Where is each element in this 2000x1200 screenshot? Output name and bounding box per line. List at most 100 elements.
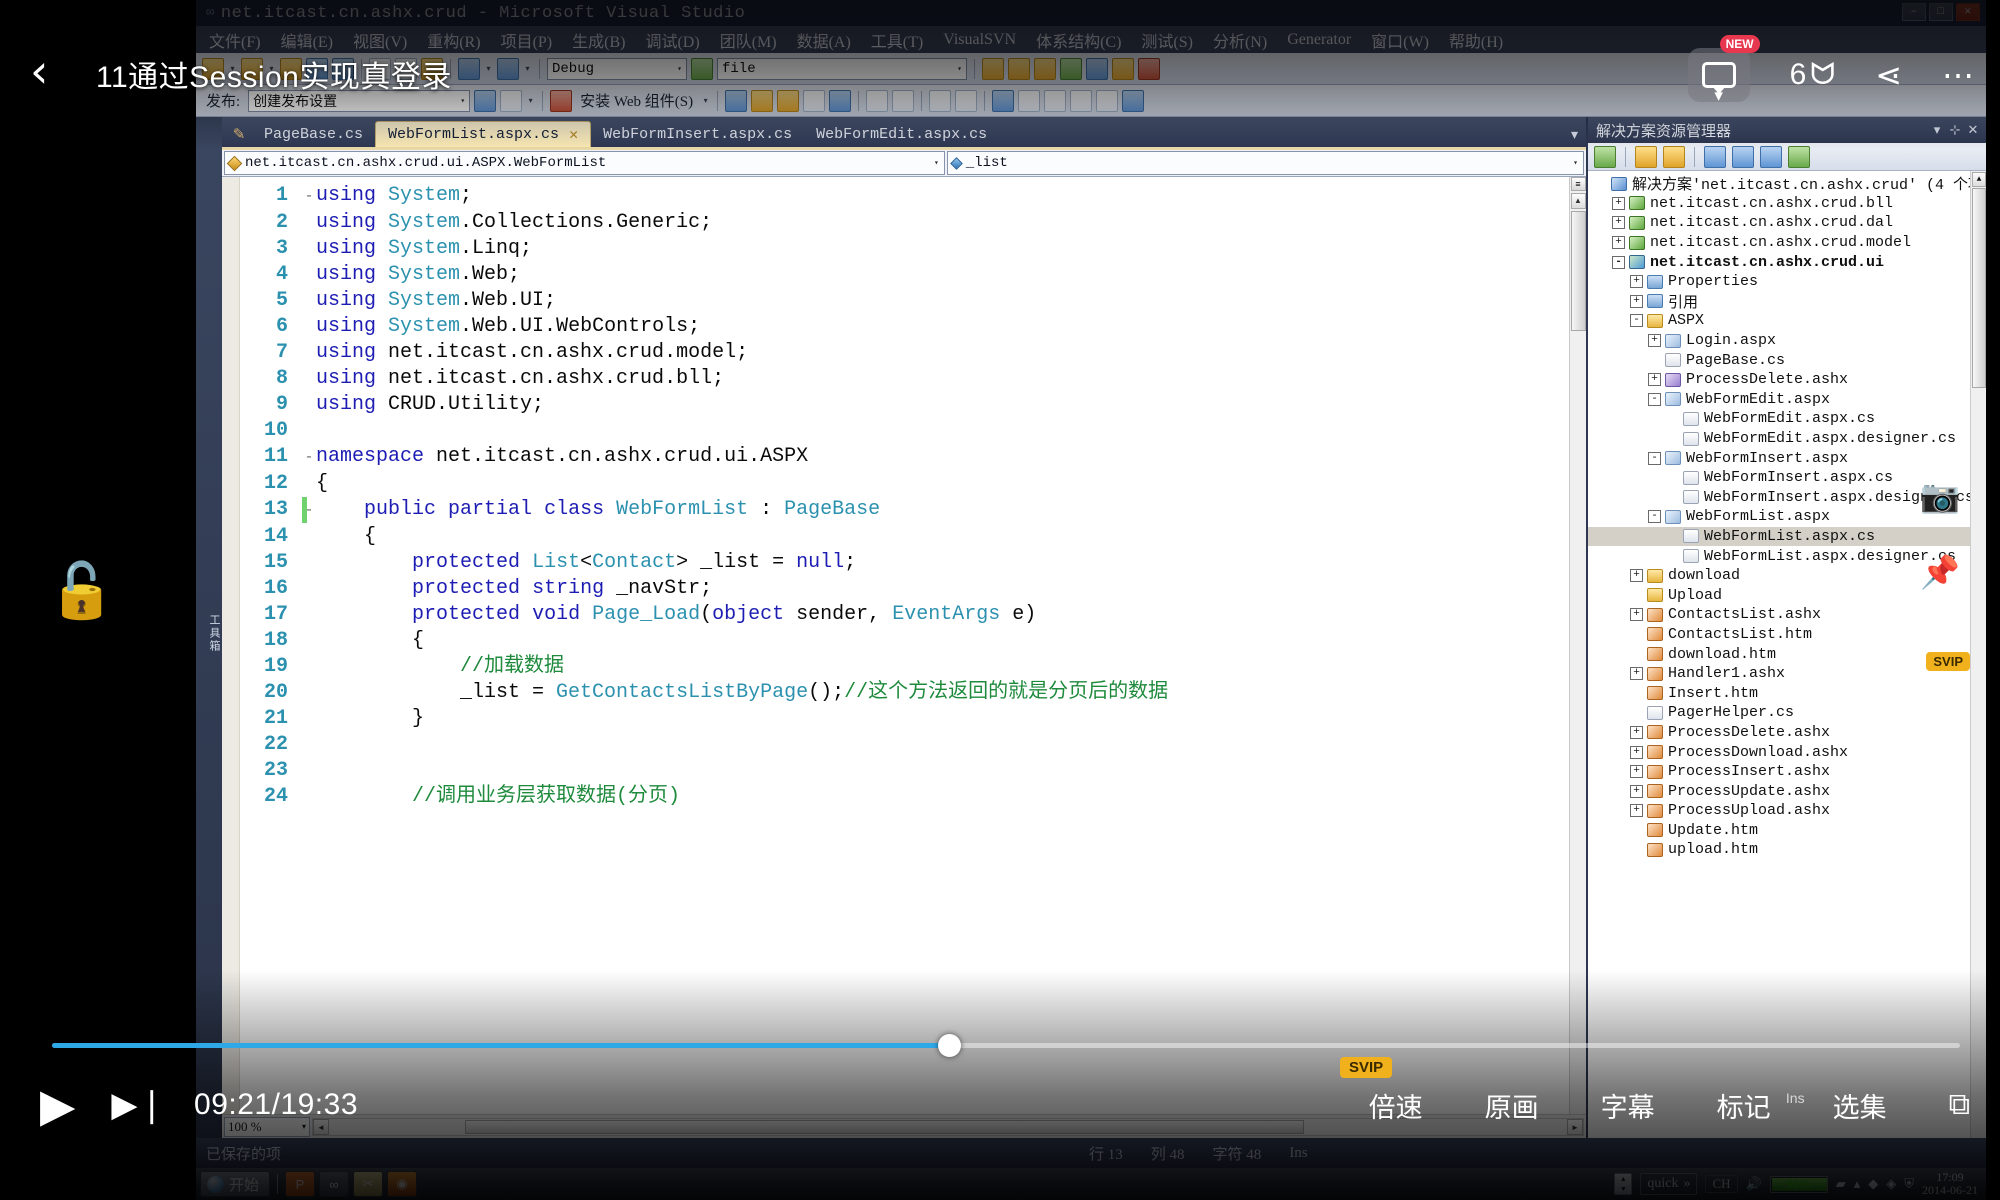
tree-item[interactable]: + Properties (1588, 272, 1986, 292)
start-page-select[interactable]: file ▾ (717, 57, 967, 80)
subtitles-button[interactable]: 字幕 (1601, 1086, 1655, 1125)
tree-item[interactable]: Insert.htm (1588, 683, 1986, 703)
expand-icon[interactable]: + (1630, 275, 1643, 289)
editor-vertical-scrollbar[interactable]: ≡ ▲ (1569, 177, 1586, 1114)
progress-handle[interactable] (937, 1034, 961, 1057)
find-in-files-icon[interactable] (982, 57, 1004, 80)
player-top-controls[interactable]: ▾ NEW 6 ᗢ ⋖ ⋯ (1687, 35, 1974, 105)
battery-indicator[interactable]: 98% (1769, 1175, 1828, 1193)
refresh-icon[interactable] (1594, 145, 1616, 168)
taskbar-clock[interactable]: 17:09 2014-06-21 (1922, 1171, 1982, 1197)
expand-icon[interactable]: + (1630, 745, 1643, 759)
view-designer-icon[interactable] (1732, 145, 1754, 168)
start-button[interactable]: 开始 (200, 1171, 271, 1197)
class-select[interactable]: net.itcast.cn.ashx.crud.ui.ASPX.WebFormL… (224, 151, 945, 175)
pin-icon[interactable]: 📌 (1920, 556, 1960, 588)
error-list-icon[interactable] (1112, 57, 1134, 80)
tree-item[interactable]: + ProcessDelete.ashx (1588, 370, 1986, 390)
tree-item[interactable]: ContactsList.htm (1588, 625, 1986, 645)
code-text[interactable]: 1- using System; 2 using System.Collection… (240, 177, 1569, 810)
collapse-icon[interactable]: - (1648, 451, 1661, 465)
align-center-icon[interactable] (955, 89, 978, 112)
collapse-icon[interactable]: - (1648, 392, 1661, 406)
breakpoint-margin[interactable] (222, 177, 240, 1114)
expand-icon[interactable]: + (1630, 667, 1643, 681)
tree-item[interactable]: + ProcessUpload.ashx (1588, 801, 1986, 821)
align-left-icon[interactable] (929, 89, 952, 112)
tree-item[interactable]: + net.itcast.cn.ashx.crud.dal (1588, 213, 1986, 233)
tree-item[interactable]: - net.itcast.cn.ashx.crud.ui (1588, 252, 1986, 272)
undo-icon[interactable] (458, 57, 480, 80)
collapse-icon[interactable]: - (1648, 510, 1661, 524)
ime-indicator[interactable]: CH (1705, 1175, 1738, 1193)
window-controls[interactable]: – □ ✕ (1902, 3, 1980, 21)
publish-overflow-icon[interactable]: ▾ (526, 90, 535, 112)
properties-icon[interactable] (1663, 145, 1685, 168)
minimize-button[interactable]: – (1902, 3, 1926, 21)
tree-item[interactable]: - WebFormInsert.aspx (1588, 448, 1986, 468)
mark-button[interactable]: 标记 Ins (1717, 1086, 1805, 1125)
code-scroll-area[interactable]: 1- using System; 2 using System.Collection… (240, 177, 1569, 1114)
progress-bar[interactable] (52, 1034, 1960, 1057)
install-web-components-icon[interactable] (550, 89, 573, 112)
scroll-thumb[interactable] (1570, 211, 1586, 331)
object-browser-icon[interactable] (1086, 57, 1108, 80)
tree-item[interactable]: PageBase.cs (1588, 350, 1986, 370)
episode-list-button[interactable]: 选集 (1833, 1086, 1887, 1125)
taskbar-app-visualstudio[interactable]: ∞ (319, 1171, 350, 1197)
tree-item[interactable]: + net.itcast.cn.ashx.crud.model (1588, 233, 1986, 253)
share-icon[interactable]: ⋖ (1875, 59, 1902, 91)
step-forward-icon[interactable] (1096, 89, 1119, 112)
web-overflow-icon[interactable]: ▾ (701, 90, 710, 112)
menu-item-0[interactable]: 文件(F) (206, 26, 264, 54)
scroll-up-icon[interactable]: ▲ (1972, 172, 1986, 187)
expand-icon[interactable]: + (1612, 196, 1625, 210)
play-icon[interactable]: ▶ (40, 1082, 75, 1128)
menu-item-4[interactable]: 项目(P) (498, 26, 556, 54)
increase-indent-icon[interactable] (866, 89, 889, 112)
maximize-button[interactable]: □ (1929, 3, 1953, 21)
menu-item-8[interactable]: 数据(A) (794, 26, 854, 54)
menu-item-16[interactable]: 帮助(H) (1446, 26, 1506, 54)
taskbar-app-snipping[interactable]: ✂ (353, 1171, 384, 1197)
editor-navigation-bar[interactable]: net.itcast.cn.ashx.crud.ui.ASPX.WebFormL… (222, 147, 1586, 177)
view-code-icon[interactable] (1704, 145, 1726, 168)
toolbox-tab-rail[interactable]: 工具箱 (196, 117, 222, 1138)
close-icon[interactable]: ✕ (1964, 122, 1982, 138)
windows-taskbar[interactable]: 开始 P ∞ ✂ ◉ ▲ ▼ quick » CH 🔊 98% ▰ ▴ ◆ ◈ ⛨… (196, 1168, 1986, 1200)
insert-snippet-icon[interactable] (725, 89, 748, 112)
menu-item-3[interactable]: 重构(R) (424, 26, 483, 54)
close-button[interactable]: ✕ (1956, 3, 1980, 21)
comment-out-icon[interactable] (777, 89, 800, 112)
editor-tab-0[interactable]: PageBase.cs (252, 121, 375, 147)
expand-icon[interactable]: + (1648, 373, 1661, 387)
expand-icon[interactable]: + (1630, 765, 1643, 779)
menu-item-7[interactable]: 团队(M) (717, 26, 780, 54)
solution-configuration-select[interactable]: Debug ▾ (547, 57, 687, 80)
menu-item-2[interactable]: 视图(V) (350, 26, 410, 54)
step-back-icon[interactable] (1070, 89, 1093, 112)
expand-icon[interactable]: + (1630, 608, 1643, 622)
edit-publish-settings-icon[interactable] (500, 89, 523, 112)
expand-icon[interactable]: + (1630, 569, 1643, 583)
properties-window-icon[interactable] (1034, 57, 1056, 80)
expand-icon[interactable]: + (1630, 725, 1643, 739)
quick-launch-box[interactable]: quick » (1640, 1173, 1698, 1195)
tree-item[interactable]: upload.htm (1588, 840, 1986, 860)
picture-in-picture-icon[interactable]: ⧉ (1949, 1088, 1970, 1122)
close-tab-icon[interactable]: ✕ (569, 125, 578, 144)
taskbar-app-powerpoint[interactable]: P (285, 1171, 316, 1197)
navigate-backward-icon[interactable] (1018, 89, 1041, 112)
player-right-controls[interactable]: 倍速 原画 字幕 标记 Ins 选集 ⧉ (1369, 1086, 1970, 1125)
preview-icon[interactable] (1760, 145, 1782, 168)
tree-item[interactable]: + ProcessUpdate.ashx (1588, 781, 1986, 801)
spinner-control-icon[interactable]: ▲ ▼ (1614, 1173, 1633, 1195)
team-explorer-icon[interactable] (1138, 57, 1160, 80)
tab-tools-icon[interactable]: ✎ (226, 121, 252, 147)
toggle-bookmark-icon[interactable] (829, 89, 852, 112)
solution-explorer-icon[interactable] (1060, 57, 1082, 80)
uncomment-icon[interactable] (803, 89, 826, 112)
editor-split-handle[interactable]: ≡ (1570, 177, 1586, 191)
tray-app-icon-1[interactable]: ◆ (1868, 1176, 1878, 1192)
system-tray[interactable]: ▲ ▼ quick » CH 🔊 98% ▰ ▴ ◆ ◈ ⛨ 17:09 2014… (1614, 1171, 1982, 1197)
